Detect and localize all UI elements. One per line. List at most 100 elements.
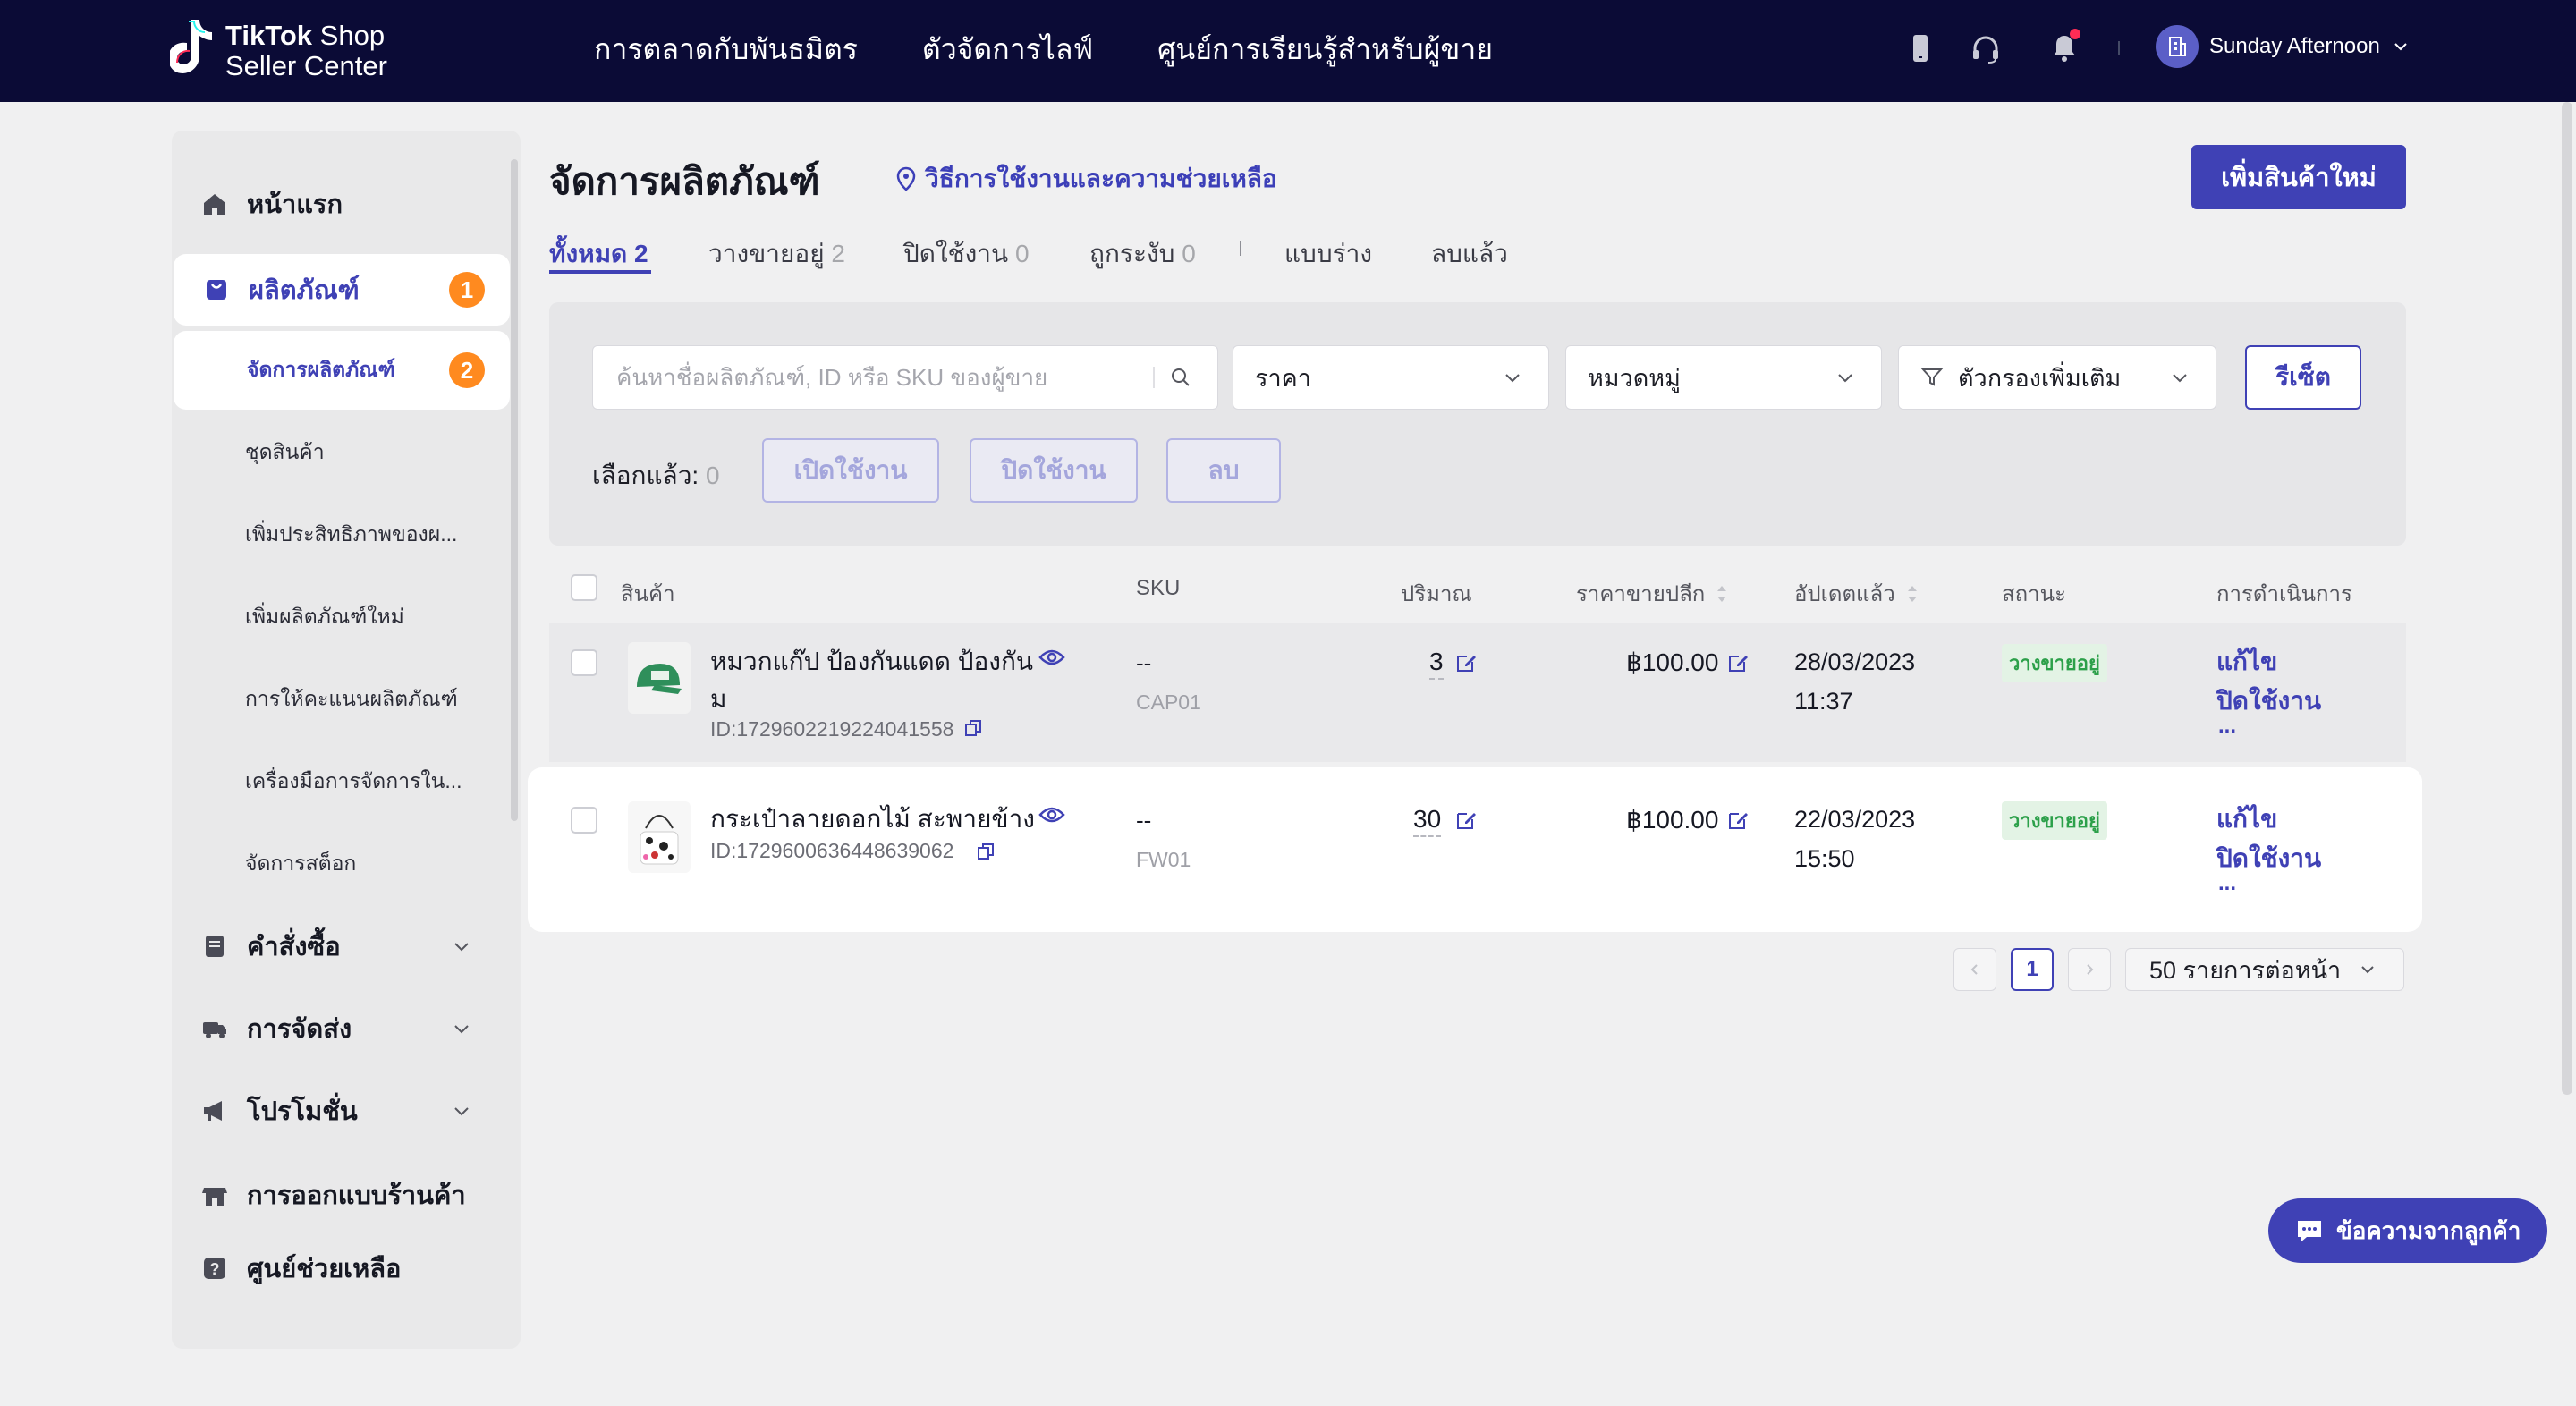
col-header-updated[interactable]: อัปเดตแล้ว — [1794, 576, 1920, 611]
quantity-value[interactable]: 30 — [1413, 805, 1442, 837]
sidebar-item-help-center[interactable]: ? ศูนย์ช่วยเหลือ — [172, 1234, 521, 1302]
page-size-select[interactable]: 50 รายการต่อหน้า — [2125, 948, 2404, 991]
top-nav-links: การตลาดกับพันธมิตร ตัวจัดการไลฟ์ ศูนย์กา… — [594, 27, 1493, 72]
prev-page-button[interactable] — [1953, 948, 1996, 991]
sidebar-sub-add-product[interactable]: เพิ่มผลิตภัณฑ์ใหม่ — [172, 590, 521, 644]
sidebar-sub-stock[interactable]: จัดการสต็อก — [172, 837, 521, 891]
product-thumbnail-cap[interactable] — [628, 642, 691, 714]
sidebar-sub-optimize[interactable]: เพิ่มประสิทธิภาพของผ... — [172, 508, 521, 562]
tab-count: 2 — [831, 240, 845, 267]
help-link[interactable]: วิธีการใช้งานและความช่วยเหลือ — [894, 159, 1277, 199]
quantity-value[interactable]: 3 — [1429, 648, 1444, 680]
sidebar-item-orders[interactable]: คำสั่งซื้อ — [172, 912, 521, 980]
col-header-price[interactable]: ราคาขายปลีก — [1576, 576, 1730, 611]
copy-icon[interactable] — [975, 841, 996, 862]
page-scrollbar[interactable] — [2562, 102, 2572, 1095]
search-input[interactable]: ค้นหาชื่อผลิตภัณฑ์, ID หรือ SKU ของผู้ขา… — [592, 345, 1218, 410]
tab-label: ลบแล้ว — [1431, 240, 1508, 267]
price-select[interactable]: ราคา — [1233, 345, 1549, 410]
add-product-button[interactable]: เพิ่มสินค้าใหม่ — [2191, 145, 2406, 209]
bulk-delete-button[interactable]: ลบ — [1166, 438, 1281, 503]
more-filters-label: ตัวกรองเพิ่มเติม — [1958, 364, 2122, 392]
sidebar-item-shop-design[interactable]: การออกแบบร้านค้า — [172, 1161, 521, 1229]
selected-count: เลือกแล้ว: 0 — [592, 456, 720, 495]
preview-eye-icon[interactable] — [1038, 803, 1066, 826]
tab-all[interactable]: ทั้งหมด 2 — [549, 234, 648, 274]
tiktok-shop-logo[interactable]: TikTok Shop Seller Center — [170, 18, 402, 81]
chevron-down-icon — [2361, 966, 2374, 974]
chat-bubble-icon — [2298, 1221, 2321, 1242]
sidebar-item-shipping[interactable]: การจัดส่ง — [172, 995, 521, 1063]
mobile-app-icon[interactable] — [1902, 30, 1938, 66]
chevron-down-icon — [2173, 374, 2187, 383]
sidebar-sub-manage-products[interactable]: จัดการผลิตภัณฑ์ 2 — [174, 331, 510, 410]
product-thumbnail-bag[interactable] — [628, 801, 691, 873]
edit-link[interactable]: แก้ไข — [2216, 800, 2277, 839]
sidebar-sub-product-sets[interactable]: ชุดสินค้า — [172, 426, 521, 479]
sidebar-sub-label: เพิ่มประสิทธิภาพของผ... — [245, 522, 458, 546]
tab-deleted[interactable]: ลบแล้ว — [1431, 234, 1508, 274]
filter-panel — [549, 302, 2406, 546]
tab-disabled[interactable]: ปิดใช้งาน 0 — [903, 234, 1030, 274]
search-icon[interactable] — [1169, 366, 1192, 389]
bulk-disable-button[interactable]: ปิดใช้งาน — [970, 438, 1138, 503]
category-select[interactable]: หมวดหมู่ — [1565, 345, 1882, 410]
tab-suspended[interactable]: ถูกระงับ 0 — [1089, 234, 1196, 274]
next-page-button[interactable] — [2068, 948, 2111, 991]
step-badge: 1 — [449, 272, 485, 308]
tab-label: แบบร่าง — [1284, 240, 1373, 267]
page-number-button[interactable]: 1 — [2011, 948, 2054, 991]
nav-link-learning-center[interactable]: ศูนย์การเรียนรู้สำหรับผู้ขาย — [1157, 27, 1493, 72]
category-select-value: หมวดหมู่ — [1588, 364, 1681, 392]
tab-active[interactable]: วางขายอยู่ 2 — [708, 234, 845, 274]
help-question-icon: ? — [204, 1258, 225, 1279]
product-name-cont: ม — [710, 685, 727, 713]
sidebar-item-home[interactable]: หน้าแรก — [172, 170, 521, 238]
sidebar-item-promotions[interactable]: โปรโมชั่น — [172, 1077, 521, 1145]
headset-icon[interactable] — [1968, 30, 2004, 66]
col-header-label: ราคาขายปลีก — [1576, 582, 1706, 606]
edit-pencil-icon[interactable] — [1454, 809, 1478, 832]
nav-link-affiliate[interactable]: การตลาดกับพันธมิตร — [594, 27, 858, 72]
tab-count: 0 — [1014, 240, 1030, 267]
tab-label: วางขายอยู่ — [708, 240, 825, 267]
more-actions[interactable]: ... — [2218, 871, 2236, 896]
product-name[interactable]: กระเป๋าลายดอกไม้ สะพายข้าง — [710, 800, 1035, 839]
sidebar-item-products[interactable]: ผลิตภัณฑ์ 1 — [174, 254, 510, 326]
more-actions[interactable]: ... — [2218, 714, 2236, 739]
tab-count: 2 — [634, 240, 648, 267]
reset-button[interactable]: รีเซ็ต — [2245, 345, 2361, 410]
tab-draft[interactable]: แบบร่าง — [1284, 234, 1372, 274]
nav-link-live-manager[interactable]: ตัวจัดการไลฟ์ — [922, 27, 1093, 72]
truck-icon — [203, 1022, 226, 1038]
tab-divider — [1240, 241, 1241, 256]
filter-funnel-icon — [1920, 368, 1944, 386]
edit-pencil-icon[interactable] — [1726, 809, 1750, 832]
sidebar-sub-label: การให้คะแนนผลิตภัณฑ์ — [245, 687, 458, 710]
seller-sku: FW01 — [1136, 848, 1191, 871]
tab-count: 0 — [1182, 240, 1196, 267]
product-name[interactable]: หมวกแก๊ป ป้องกันแดด ป้องกัน — [710, 642, 1033, 682]
sidebar-sub-product-rating[interactable]: การให้คะแนนผลิตภัณฑ์ — [172, 673, 521, 726]
row-checkbox[interactable] — [571, 807, 597, 834]
tab-label: ปิดใช้งาน — [903, 240, 1009, 267]
chevron-right-icon — [2087, 964, 2094, 975]
row-checkbox[interactable] — [571, 649, 597, 676]
edit-pencil-icon[interactable] — [1726, 651, 1750, 674]
copy-icon[interactable] — [962, 717, 984, 739]
edit-pencil-icon[interactable] — [1454, 651, 1478, 674]
sidebar-sub-management-tools[interactable]: เครื่องมือการจัดการใน... — [172, 755, 521, 809]
preview-eye-icon[interactable] — [1038, 646, 1066, 669]
edit-link[interactable]: แก้ไข — [2216, 642, 2277, 682]
notification-bell-icon[interactable] — [2046, 29, 2082, 66]
select-all-checkbox[interactable] — [571, 574, 597, 601]
bulk-enable-button[interactable]: เปิดใช้งาน — [762, 438, 939, 503]
location-pin-icon — [896, 166, 916, 191]
chevron-down-icon — [454, 1107, 469, 1116]
selected-label-text: เลือกแล้ว: — [592, 462, 699, 489]
user-menu[interactable]: Sunday Afternoon — [2156, 25, 2411, 68]
store-icon — [202, 1188, 227, 1206]
customer-messages-button[interactable]: ข้อความจากลูกค้า — [2268, 1198, 2547, 1263]
more-filters-select[interactable]: ตัวกรองเพิ่มเติม — [1898, 345, 2216, 410]
sidebar-sub-label: เครื่องมือการจัดการใน... — [245, 769, 462, 792]
